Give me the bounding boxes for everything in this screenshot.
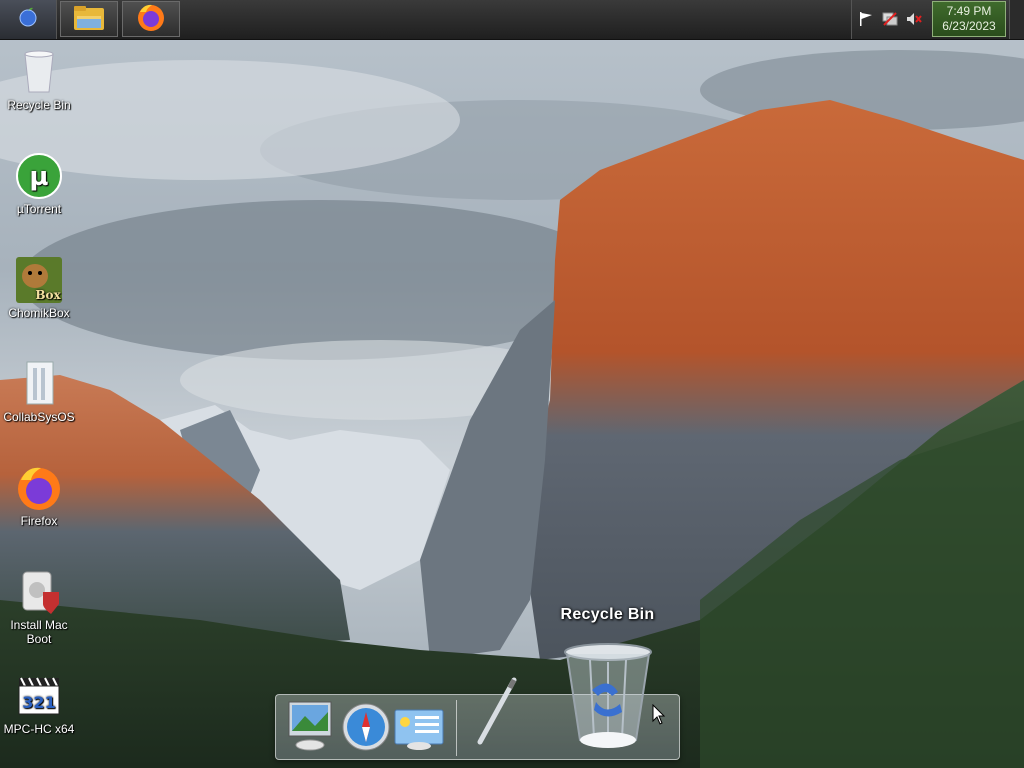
dock-item-dashboard[interactable] <box>393 706 445 755</box>
start-button[interactable] <box>0 0 57 39</box>
mpc-hc-badge: 321 <box>22 693 55 712</box>
desktop-icon-collabsysos[interactable]: CollabSysOS <box>1 360 77 424</box>
system-tray: 7:49 PM 6/23/2023 <box>851 0 1024 39</box>
svg-text:µ: µ <box>29 162 48 192</box>
installer-icon <box>15 568 63 616</box>
dock-tooltip: Recycle Bin <box>560 606 655 623</box>
dock-item-safari[interactable] <box>341 702 391 757</box>
clock[interactable]: 7:49 PM 6/23/2023 <box>932 1 1006 37</box>
pen-icon <box>470 677 520 752</box>
preview-icon <box>285 701 335 756</box>
dock-item-preview[interactable] <box>285 700 335 757</box>
desktop-wallpaper <box>0 0 1024 768</box>
chomikbox-icon: Box <box>15 256 63 304</box>
desktop-icon-chomikbox[interactable]: Box ChomikBox <box>1 256 77 320</box>
desktop-icon-label: CollabSysOS <box>3 410 75 424</box>
desktop-icon-label: µTorrent <box>16 202 62 216</box>
desktop-icon-firefox[interactable]: Firefox <box>1 464 77 528</box>
desktop-icon-utorrent[interactable]: µ µTorrent <box>1 152 77 216</box>
trash-icon <box>560 643 656 758</box>
apple-logo-icon <box>17 6 39 33</box>
folder-icon <box>73 3 105 36</box>
file-explorer-task[interactable] <box>60 1 118 37</box>
desktop-icon-label: Firefox <box>20 514 58 528</box>
dock-item-trash[interactable] <box>560 640 656 759</box>
firefox-icon <box>15 464 63 512</box>
dock-item-pen[interactable] <box>470 676 520 753</box>
taskbar: 7:49 PM 6/23/2023 <box>0 0 1024 40</box>
dock-separator <box>456 700 457 756</box>
desktop-icon-install-mac-boot[interactable]: Install Mac Boot <box>1 568 77 646</box>
chomikbox-badge: Box <box>35 288 61 302</box>
volume-muted-icon[interactable] <box>906 11 922 27</box>
firefox-task[interactable] <box>122 1 180 37</box>
clock-date: 6/23/2023 <box>942 19 996 33</box>
recycle-bin-icon <box>15 48 63 96</box>
desktop-icon-label: ChomikBox <box>8 306 70 320</box>
mouse-cursor-icon <box>652 703 666 726</box>
firefox-icon <box>136 2 166 37</box>
collabsysos-icon <box>15 360 63 408</box>
mpc-hc-icon: 321 <box>15 672 63 720</box>
safari-icon <box>341 703 391 756</box>
utorrent-icon: µ <box>15 152 63 200</box>
clock-time: 7:49 PM <box>946 4 992 18</box>
flag-icon[interactable] <box>858 11 874 27</box>
network-icon[interactable] <box>882 11 898 27</box>
dashboard-icon <box>393 709 445 754</box>
desktop-icon-label: Recycle Bin <box>7 98 71 112</box>
show-desktop-button[interactable] <box>1009 0 1024 39</box>
desktop-icon-label: MPC-HC x64 <box>3 722 75 736</box>
desktop-icon-label: Install Mac Boot <box>10 618 68 646</box>
desktop-icon-recycle-bin[interactable]: Recycle Bin <box>1 48 77 112</box>
desktop-icon-mpc-hc[interactable]: 321 MPC-HC x64 <box>1 672 77 736</box>
